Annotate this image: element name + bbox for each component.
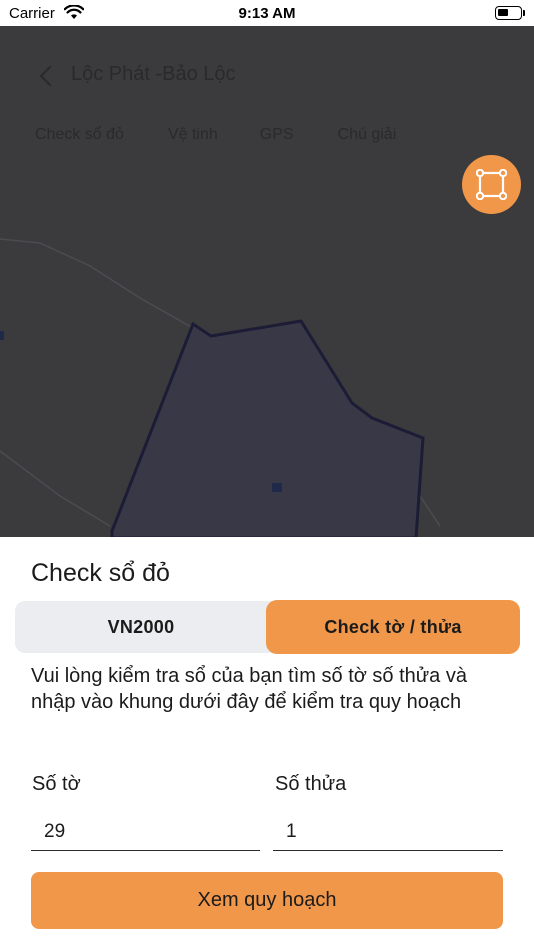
segment-vn2000[interactable]: VN2000: [15, 601, 267, 653]
map-view: Lộc Phát -Bảo Lộc Check sổ đỏ Vệ tinh GP…: [0, 26, 534, 538]
map-tab-bar: Check sổ đỏ Vệ tinh GPS Chú giải: [35, 126, 440, 144]
so-thua-label: Số thửa: [275, 773, 347, 795]
xem-quy-hoach-button[interactable]: Xem quy hoạch: [31, 872, 503, 929]
tab-ve-tinh[interactable]: Vệ tinh: [168, 126, 218, 144]
segment-check-to-thua[interactable]: Check tờ / thửa: [267, 601, 519, 653]
tab-gps[interactable]: GPS: [260, 126, 294, 144]
map-line-lower: [0, 450, 111, 527]
tab-chu-giai[interactable]: Chú giải: [338, 126, 397, 144]
sheet-title: Check sổ đỏ: [31, 559, 170, 587]
instructions-text: Vui lòng kiểm tra sổ của bạn tìm số tờ s…: [31, 665, 467, 713]
tab-check-so-do[interactable]: Check sổ đỏ: [35, 126, 124, 144]
edge-marker: [0, 331, 4, 340]
check-so-do-sheet: Check sổ đỏ VN2000 Check tờ / thửa Vui l…: [0, 537, 534, 950]
draw-polygon-button[interactable]: [462, 155, 521, 214]
back-button[interactable]: [34, 64, 58, 88]
parcel-marker: [272, 483, 282, 492]
map-parcels: [0, 238, 441, 538]
so-to-label: Số tờ: [32, 773, 81, 795]
so-thua-input[interactable]: [273, 813, 503, 851]
polygon-draw-icon: [476, 169, 507, 200]
so-to-input[interactable]: [31, 813, 260, 851]
battery-icon: [495, 6, 522, 20]
map-line-upper: [0, 238, 194, 329]
battery-tip: [523, 10, 525, 16]
clock: 9:13 AM: [238, 5, 296, 22]
status-bar: Carrier 9:13 AM: [0, 0, 534, 26]
map-title: Lộc Phát -Bảo Lộc: [71, 63, 236, 85]
mode-segmented-control: VN2000 Check tờ / thửa: [15, 601, 519, 653]
chevron-left-icon: [39, 65, 52, 87]
parcel-polygon: [110, 319, 425, 538]
